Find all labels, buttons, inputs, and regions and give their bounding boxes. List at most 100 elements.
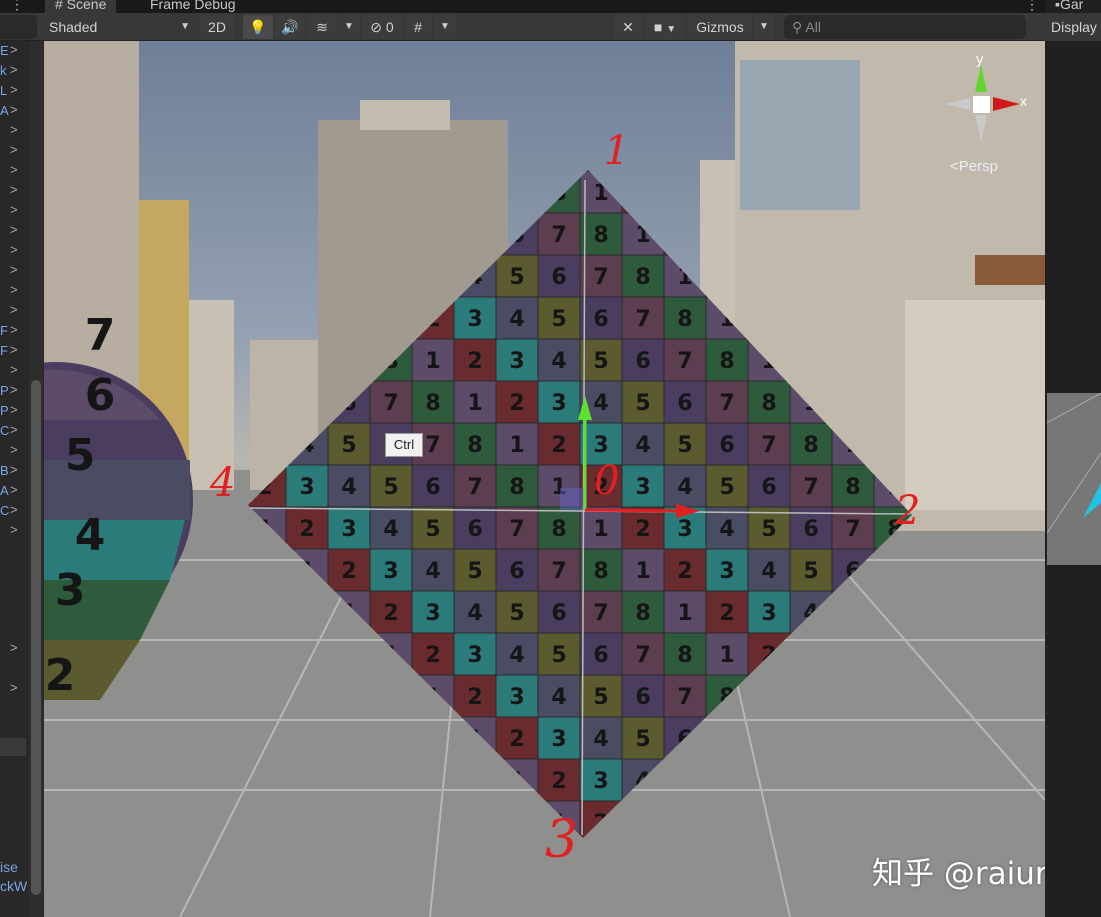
hierarchy-row[interactable]: P> [0,381,30,401]
effects-dropdown-icon[interactable]: ▼ [338,15,360,39]
hierarchy-row[interactable]: > [0,221,30,241]
hierarchy-row[interactable]: L> [0,81,30,101]
checker-digit: 8 [761,391,776,416]
hierarchy-row[interactable]: P> [0,401,30,421]
tab-game[interactable]: ▪Gar [1055,0,1083,12]
hierarchy-search[interactable] [0,15,37,39]
chevron-right-icon[interactable]: > [10,680,18,695]
checker-digit: 1 [257,181,272,206]
hierarchy-row[interactable]: F> [0,321,30,341]
chevron-right-icon[interactable]: > [10,402,18,417]
hierarchy-row[interactable]: B> [0,461,30,481]
gizmo-y-label: y [976,51,984,68]
scrollbar-thumb[interactable] [31,380,41,895]
checker-digit: 1 [635,559,650,584]
tools-icon[interactable]: ✕ [614,15,642,39]
hierarchy-row[interactable]: A> [0,101,30,121]
hierarchy-row[interactable]: > [0,679,30,699]
projection-toggle[interactable]: <Persp [950,158,998,175]
checker-digit: 5 [593,685,608,710]
chevron-right-icon[interactable]: > [10,162,18,177]
hierarchy-row[interactable]: F> [0,341,30,361]
hierarchy-row[interactable]: > [0,261,30,281]
gizmos-button[interactable]: Gizmos [688,15,752,39]
grid-icon[interactable]: # [404,15,432,39]
window-menu-icon[interactable]: ⋮ [0,0,34,13]
checker-digit: 7 [761,433,776,458]
gizmos-dropdown-icon[interactable]: ▼ [754,15,774,39]
scene-search-input[interactable]: ⚲ All [784,15,1026,39]
chevron-right-icon[interactable]: > [10,442,18,457]
game-preview [1047,393,1101,565]
chevron-right-icon[interactable]: > [10,102,18,117]
chevron-right-icon[interactable]: > [10,122,18,137]
hierarchy-row[interactable]: C> [0,421,30,441]
chevron-right-icon[interactable]: > [10,382,18,397]
chevron-right-icon[interactable]: > [10,522,18,537]
hierarchy-row[interactable]: > [0,301,30,321]
checker-digit: 4 [761,559,776,584]
checker-digit: 5 [593,349,608,374]
audio-toggle-icon[interactable]: 🔊 [275,15,305,39]
hierarchy-row[interactable]: > [0,121,30,141]
hierarchy-row[interactable]: k> [0,61,30,81]
grid-dropdown-icon[interactable]: ▼ [434,15,456,39]
chevron-right-icon[interactable]: > [10,142,18,157]
chevron-right-icon[interactable]: > [10,182,18,197]
chevron-right-icon[interactable]: > [10,302,18,317]
chevron-right-icon[interactable]: > [10,322,18,337]
shading-mode-dropdown[interactable]: Shaded▼ [44,15,196,39]
hierarchy-row-label: C [0,423,9,438]
hierarchy-row[interactable]: C> [0,501,30,521]
scene-viewport[interactable]: 7654322345678123456781212345678123456781… [44,41,1045,917]
chevron-right-icon[interactable]: > [10,462,18,477]
chevron-right-icon[interactable]: > [10,422,18,437]
chevron-right-icon[interactable]: > [10,640,18,655]
chevron-right-icon[interactable]: > [10,42,18,57]
more-menu-icon[interactable]: ⋮ [1015,0,1049,13]
hierarchy-row[interactable]: > [0,161,30,181]
hierarchy-row[interactable]: > [0,201,30,221]
chevron-right-icon[interactable]: > [10,62,18,77]
hierarchy-row[interactable]: > [0,361,30,381]
chevron-right-icon[interactable]: > [10,502,18,517]
hierarchy-row[interactable]: E> [0,41,30,61]
hierarchy-row[interactable]: > [0,241,30,261]
chevron-right-icon[interactable]: > [10,482,18,497]
gizmo-center-cube [973,96,990,113]
tab-scene[interactable]: # Scene [45,0,116,13]
chevron-right-icon[interactable]: > [10,222,18,237]
hierarchy-item[interactable]: ise [0,859,18,875]
display-dropdown[interactable]: Display [1051,19,1097,35]
hidden-objects-toggle[interactable]: ⊘ 0 [362,15,402,39]
tab-frame-debug[interactable]: Frame Debug [140,0,246,13]
hierarchy-row[interactable]: > [0,281,30,301]
checker-digit: 1 [719,643,734,668]
selected-row[interactable] [0,738,26,756]
hierarchy-item[interactable]: ckW [0,878,27,894]
effects-icon[interactable]: ≋ [307,15,337,39]
camera-dropdown[interactable]: ■ ▼ [645,15,685,39]
chevron-right-icon[interactable]: > [10,202,18,217]
chevron-right-icon[interactable]: > [10,262,18,277]
checker-cell [622,171,664,213]
chevron-right-icon[interactable]: > [10,242,18,257]
checker-digit: 3 [551,727,566,752]
hierarchy-row[interactable]: > [0,521,30,541]
checker-digit: 6 [257,307,272,332]
hierarchy-row[interactable]: > [0,141,30,161]
chevron-right-icon[interactable]: > [10,82,18,97]
hierarchy-row[interactable]: > [0,639,30,659]
hierarchy-row[interactable]: A> [0,481,30,501]
checker-digit: 1 [635,223,650,248]
annotation-2: 2 [895,488,920,534]
hierarchy-row[interactable]: > [0,441,30,461]
2d-toggle[interactable]: 2D [200,15,234,39]
chevron-right-icon[interactable]: > [10,362,18,377]
chevron-right-icon[interactable]: > [10,342,18,357]
chevron-down-icon: ▼ [666,24,676,35]
checker-digit: 4 [509,307,524,332]
hierarchy-row[interactable]: > [0,181,30,201]
chevron-right-icon[interactable]: > [10,282,18,297]
lighting-toggle-icon[interactable]: 💡 [243,15,273,39]
